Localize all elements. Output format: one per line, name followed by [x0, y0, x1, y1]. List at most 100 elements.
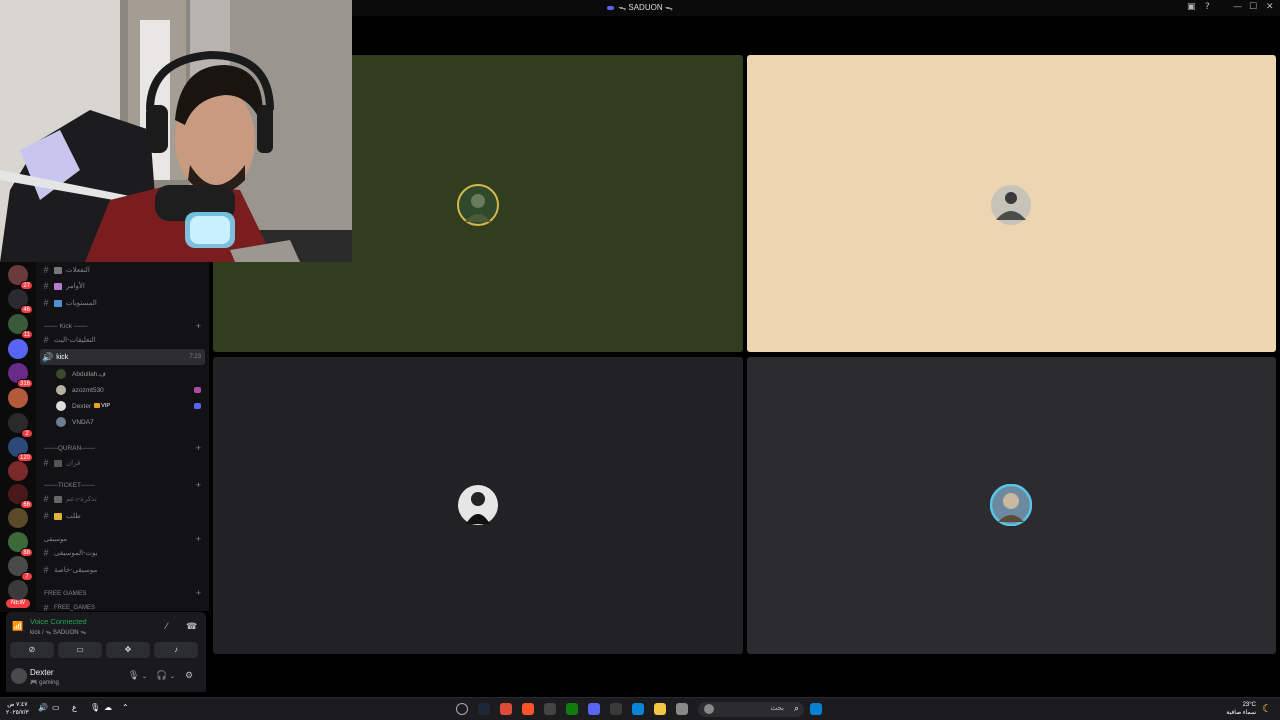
explorer-icon[interactable]: [654, 703, 666, 715]
clock[interactable]: ٧:٤٧ ص ٢٠٢٥/٧/٣: [6, 701, 29, 717]
headphones-icon[interactable]: 🎧: [156, 670, 167, 681]
server-icon[interactable]: 88: [8, 532, 33, 557]
server-icon[interactable]: [8, 339, 28, 359]
channel-item[interactable]: # FREE_GAMES: [40, 600, 205, 611]
category-free-games[interactable]: FREE GAMES +: [40, 585, 205, 601]
add-channel-icon[interactable]: +: [196, 588, 201, 598]
signal-icon[interactable]: 📶: [12, 621, 23, 632]
add-channel-icon[interactable]: +: [196, 321, 201, 331]
network-icon[interactable]: ▭: [52, 703, 60, 712]
channel-label: التفعلات: [66, 267, 90, 274]
new-badge[interactable]: NEW: [6, 599, 30, 608]
channel-item[interactable]: # طلب: [40, 508, 205, 524]
server-icon[interactable]: [8, 461, 28, 481]
hash-icon: #: [43, 265, 49, 275]
disconnect-icon[interactable]: ☎: [186, 621, 197, 632]
epic-icon[interactable]: [544, 703, 556, 715]
channel-item[interactable]: # التفعلات: [40, 262, 205, 278]
discord-window: ᯓ SADUON ᯓ ▣ ? — ☐ ✕ NEW 27 46 11 316 2 120 66…: [0, 0, 1280, 720]
chevron-down-icon[interactable]: ⌄: [142, 673, 147, 680]
server-icon[interactable]: 27: [8, 265, 33, 290]
camera-button[interactable]: ⊘: [10, 642, 54, 658]
microphone-icon[interactable]: 🎙: [90, 703, 100, 712]
window-icon[interactable]: [676, 703, 688, 715]
webcam-overlay: [0, 0, 352, 262]
channel-item[interactable]: # موسيقى-خاصة: [40, 562, 205, 578]
server-icon[interactable]: 120: [8, 437, 33, 462]
screen-share-icon: ▭: [76, 645, 84, 654]
server-icon[interactable]: [8, 508, 28, 528]
obs-icon[interactable]: [610, 703, 622, 715]
microphone-icon[interactable]: 🎙: [128, 670, 139, 681]
server-icon[interactable]: 46: [8, 289, 33, 314]
voice-user[interactable]: Dexter VIP: [56, 398, 205, 414]
channel-item[interactable]: # قران: [40, 455, 205, 471]
add-channel-icon[interactable]: +: [196, 534, 201, 544]
activities-button[interactable]: ✥: [106, 642, 150, 658]
add-channel-icon[interactable]: +: [196, 443, 201, 453]
user-panel: Dexter 🎮 gaming 🎙 ⌄ 🎧 ⌄ ⚙: [6, 662, 206, 692]
voice-tile-3[interactable]: [213, 357, 743, 654]
mention-badge: 2: [21, 429, 33, 438]
server-icon[interactable]: 316: [8, 363, 33, 388]
store-icon[interactable]: [632, 703, 644, 715]
category-label: ───TICKET───: [44, 481, 95, 489]
voice-user-name: azozmt530: [72, 386, 104, 394]
copilot-icon[interactable]: [456, 703, 468, 715]
start-icon[interactable]: [810, 703, 822, 715]
channel-label: قران: [66, 460, 81, 467]
weather-widget[interactable]: 23°C سماء صافية: [1226, 701, 1256, 717]
category-quran[interactable]: ───QURAN─── +: [40, 440, 205, 456]
category-label: ─── Kick ───: [44, 322, 88, 330]
server-icon[interactable]: 11: [8, 314, 33, 339]
channel-item[interactable]: # التعليقات-البث: [40, 332, 205, 348]
voice-tile-4[interactable]: [747, 357, 1276, 654]
volume-icon[interactable]: 🔊: [38, 703, 48, 712]
mention-badge: 11: [20, 330, 33, 339]
add-channel-icon[interactable]: +: [196, 480, 201, 490]
voice-user[interactable]: Abdullah.ف: [56, 366, 205, 382]
voice-user-name: VNDA7: [72, 418, 94, 426]
help-icon[interactable]: ?: [1205, 2, 1210, 13]
avatar[interactable]: [11, 668, 27, 684]
channel-item[interactable]: # بوت-الموسيقى: [40, 545, 205, 561]
voice-status[interactable]: Voice Connected: [30, 617, 87, 626]
voice-user[interactable]: VNDA7: [56, 414, 205, 430]
brave-icon[interactable]: [522, 703, 534, 715]
screen-share-button[interactable]: ▭: [58, 642, 102, 658]
server-icon[interactable]: 7: [8, 556, 33, 581]
chrome-icon[interactable]: [500, 703, 512, 715]
steam-icon[interactable]: [478, 703, 490, 715]
chevron-up-icon[interactable]: ⌃: [122, 703, 129, 712]
inbox-icon[interactable]: ▣: [1187, 2, 1196, 13]
noise-suppression-icon[interactable]: ⁄: [166, 621, 168, 631]
channel-item[interactable]: # تذكرة-دعم: [40, 491, 205, 507]
soundboard-icon: ♪: [174, 645, 178, 654]
chevron-down-icon[interactable]: ⌄: [170, 673, 175, 680]
moon-icon[interactable]: ☾: [1262, 702, 1272, 715]
voice-user[interactable]: azozmt530: [56, 382, 205, 398]
voice-tile-2[interactable]: [747, 55, 1276, 352]
cloud-icon[interactable]: ☁: [104, 703, 112, 712]
discord-icon[interactable]: [588, 703, 600, 715]
server-icon[interactable]: 66: [8, 484, 33, 509]
gear-icon[interactable]: ⚙: [185, 670, 193, 681]
user-name[interactable]: Dexter: [30, 668, 54, 677]
taskbar-search[interactable]: بحث ⌕: [698, 702, 804, 717]
voice-channel-kick[interactable]: 🔊 kick 7:23: [40, 349, 205, 365]
soundboard-button[interactable]: ♪: [154, 642, 198, 658]
language-indicator[interactable]: ع: [72, 703, 77, 712]
close-icon[interactable]: ✕: [1266, 2, 1274, 13]
server-icon[interactable]: [8, 580, 28, 600]
maximize-icon[interactable]: ☐: [1249, 2, 1257, 13]
mention-badge: 27: [20, 281, 33, 290]
server-icon[interactable]: [8, 388, 28, 408]
channel-label: موسيقى-خاصة: [54, 567, 98, 574]
server-icon[interactable]: 2: [8, 413, 33, 438]
channel-item[interactable]: # المستويات: [40, 295, 205, 311]
channel-item[interactable]: # الأوامر: [40, 278, 205, 294]
activities-icon: ✥: [124, 645, 132, 654]
voice-location[interactable]: kick / ᯓ SADUON ᯓ: [30, 628, 86, 636]
xbox-icon[interactable]: [566, 703, 578, 715]
minimize-icon[interactable]: —: [1233, 2, 1242, 13]
